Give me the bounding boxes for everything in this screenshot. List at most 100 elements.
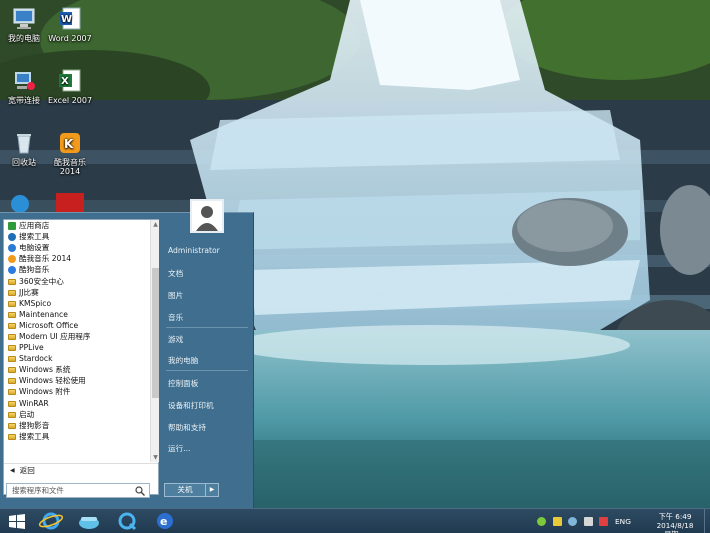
program-label: 酷我音乐 2014 xyxy=(19,254,72,264)
program-item[interactable]: 酷我音乐 2014 xyxy=(4,253,150,264)
search-box[interactable] xyxy=(6,483,150,498)
kuwo-music-icon xyxy=(8,254,16,263)
search-tool-icon xyxy=(8,232,16,241)
program-label: Windows 附件 xyxy=(19,387,71,397)
program-label: 搜狗影音 xyxy=(19,420,50,430)
desktop-icon-word[interactable]: W Word 2007 xyxy=(46,6,94,43)
tray-security-icon[interactable] xyxy=(537,517,546,526)
desktop-icon-recycle-bin[interactable]: 回收站 xyxy=(0,130,48,167)
svg-text:X: X xyxy=(61,76,69,87)
search-input[interactable] xyxy=(7,484,134,497)
folder-icon xyxy=(8,345,16,352)
program-item[interactable]: Windows 轻松使用 xyxy=(4,375,150,386)
file-manager-icon xyxy=(79,517,99,529)
program-label: 酷狗音乐 xyxy=(19,265,50,275)
program-label: 应用商店 xyxy=(19,221,50,231)
program-item[interactable]: JJ比赛 xyxy=(4,287,150,298)
taskbar: e ENG 下午 6:49 2014/8/18 星期一 xyxy=(0,508,710,533)
tray-volume-icon[interactable] xyxy=(599,517,608,526)
program-item[interactable]: 启动 xyxy=(4,409,150,420)
program-item[interactable]: 电脑设置 xyxy=(4,242,150,253)
program-item[interactable]: Modern UI 应用程序 xyxy=(4,331,150,342)
program-item[interactable]: Stardock xyxy=(4,353,150,364)
search-icon[interactable] xyxy=(134,485,146,497)
program-item[interactable]: Windows 系统 xyxy=(4,364,150,375)
back-arrow-icon: ◀ xyxy=(10,467,15,474)
program-item[interactable]: Windows 附件 xyxy=(4,386,150,397)
scroll-thumb[interactable] xyxy=(152,268,159,398)
programs-scrollbar[interactable]: ▲ ▼ xyxy=(150,220,159,462)
devices-printers-link[interactable]: 设备和打印机 xyxy=(168,400,214,411)
pictures-link[interactable]: 图片 xyxy=(168,290,183,301)
user-name-link[interactable]: Administrator xyxy=(168,246,220,255)
partial-desktop-icon-red xyxy=(56,193,84,212)
taskbar-qq-browser-button[interactable] xyxy=(110,510,144,532)
taskbar-ie-button[interactable] xyxy=(34,510,68,532)
show-desktop-button[interactable] xyxy=(704,509,710,533)
scroll-down-icon[interactable]: ▼ xyxy=(151,453,160,462)
program-item[interactable]: Microsoft Office xyxy=(4,320,150,331)
program-label: WinRAR xyxy=(19,398,49,408)
folder-icon xyxy=(8,433,16,440)
program-item[interactable]: 360安全中心 xyxy=(4,275,150,286)
scroll-up-icon[interactable]: ▲ xyxy=(151,220,160,229)
tray-shield-icon[interactable] xyxy=(553,517,562,526)
shutdown-options-icon[interactable]: ▶ xyxy=(206,483,219,497)
clock-date: 2014/8/18 星期一 xyxy=(656,521,694,533)
program-label: Maintenance xyxy=(19,309,68,319)
program-item[interactable]: 应用商店 xyxy=(4,220,150,231)
program-label: Windows 系统 xyxy=(19,365,71,375)
computer-link[interactable]: 我的电脑 xyxy=(168,355,198,366)
clock[interactable]: 下午 6:49 2014/8/18 星期一 xyxy=(652,512,698,533)
folder-icon xyxy=(8,322,16,329)
program-item[interactable]: Maintenance xyxy=(4,309,150,320)
taskbar-file-manager-button[interactable] xyxy=(72,510,106,532)
help-support-link[interactable]: 帮助和支持 xyxy=(168,422,206,433)
taskbar-ie-blue-button[interactable]: e xyxy=(148,510,182,532)
folder-icon xyxy=(8,378,16,385)
program-item[interactable]: WinRAR xyxy=(4,398,150,409)
menu-divider xyxy=(166,327,248,328)
program-item[interactable]: PPLive xyxy=(4,342,150,353)
program-item[interactable]: 搜索工具 xyxy=(4,431,150,442)
desktop-icon-excel[interactable]: X Excel 2007 xyxy=(46,68,94,105)
language-indicator[interactable]: ENG xyxy=(615,517,631,526)
folder-icon xyxy=(8,356,16,363)
back-button[interactable]: ◀ 返回 xyxy=(4,463,158,477)
program-item[interactable]: 酷狗音乐 xyxy=(4,264,150,275)
program-item[interactable]: KMSpico xyxy=(4,298,150,309)
ie-blue-icon: e xyxy=(157,513,173,529)
program-item[interactable]: 搜索工具 xyxy=(4,231,150,242)
programs-list: 应用商店 搜索工具 电脑设置 酷我音乐 2014 酷狗音乐 360安全中心 JJ比赛 KMSp… xyxy=(4,220,150,462)
desktop-icon-kuwo[interactable]: K 酷我音乐 2014 xyxy=(46,130,94,176)
shutdown-button[interactable]: 关机 xyxy=(164,483,206,497)
desktop-icon-network[interactable]: 宽带连接 xyxy=(0,68,48,105)
program-item[interactable]: 搜狗影音 xyxy=(4,420,150,431)
folder-icon xyxy=(8,278,16,285)
start-button[interactable] xyxy=(0,510,34,532)
documents-link[interactable]: 文档 xyxy=(168,268,183,279)
run-link[interactable]: 运行... xyxy=(168,443,190,454)
desktop-icon-computer[interactable]: 我的电脑 xyxy=(0,6,48,43)
user-avatar[interactable] xyxy=(190,199,224,233)
games-link[interactable]: 游戏 xyxy=(168,334,183,345)
program-label: 360安全中心 xyxy=(19,276,64,286)
computer-icon xyxy=(11,6,37,32)
start-menu-right-panel: Administrator 文档 图片 音乐 游戏 我的电脑 控制面板 设备和打… xyxy=(160,199,254,509)
back-label: 返回 xyxy=(19,466,35,475)
program-label: Windows 轻松使用 xyxy=(19,376,86,386)
svg-text:e: e xyxy=(160,515,167,528)
excel-icon: X xyxy=(57,68,83,94)
tray-network-icon[interactable] xyxy=(568,517,577,526)
music-link[interactable]: 音乐 xyxy=(168,312,183,323)
control-panel-link[interactable]: 控制面板 xyxy=(168,378,198,389)
menu-divider xyxy=(166,370,248,371)
recycle-bin-icon xyxy=(11,130,37,156)
program-label: PPLive xyxy=(19,343,44,353)
program-label: 电脑设置 xyxy=(19,243,50,253)
program-label: JJ比赛 xyxy=(19,287,39,297)
folder-icon xyxy=(8,311,16,318)
tray-flag-icon[interactable] xyxy=(584,517,593,526)
windows-start-icon xyxy=(9,514,25,529)
program-label: 搜索工具 xyxy=(19,232,50,242)
